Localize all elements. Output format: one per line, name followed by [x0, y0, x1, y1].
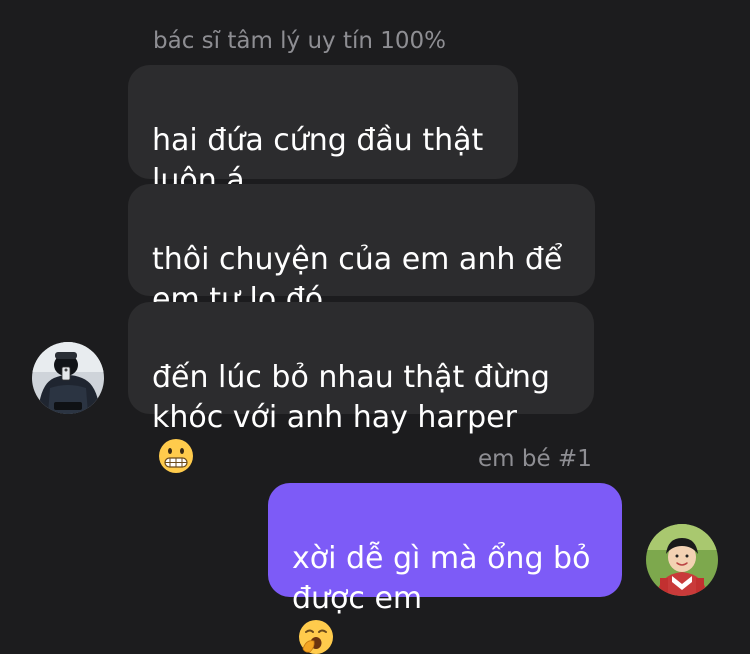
message-bubble-incoming[interactable]: đến lúc bỏ nhau thật đừng khóc với anh h…	[128, 302, 594, 473]
user-avatar[interactable]	[646, 524, 718, 596]
message-bubble-outgoing[interactable]: xời dễ gì mà ổng bỏ được em	[268, 483, 622, 654]
yawning-face-icon	[299, 620, 333, 654]
message-bubble-incoming[interactable]: hai đứa cứng đầu thật luôn á	[128, 65, 518, 236]
outgoing-sender-name: em bé #1	[478, 446, 592, 472]
message-text: xời dễ gì mà ổng bỏ được em	[292, 541, 591, 616]
contact-avatar[interactable]	[32, 342, 104, 414]
grimacing-face-icon	[159, 439, 193, 473]
message-bubble-incoming[interactable]: thôi chuyện của em anh để em tự lo đó	[128, 184, 595, 317]
incoming-sender-name: bác sĩ tâm lý uy tín 100%	[153, 28, 447, 54]
message-text: đến lúc bỏ nhau thật đừng khóc với anh h…	[152, 360, 550, 435]
chat-thread: bác sĩ tâm lý uy tín 100% hai đứa cứng đ…	[0, 0, 750, 654]
